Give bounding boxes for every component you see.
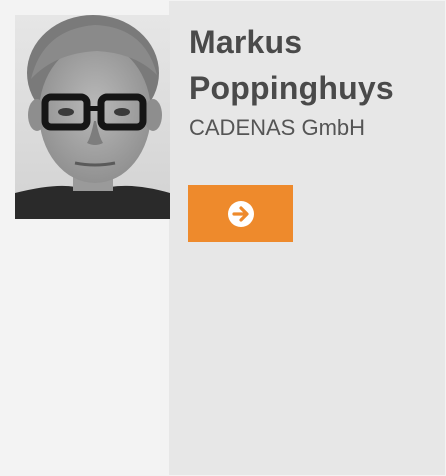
- person-portrait-photo: [15, 15, 170, 219]
- person-last-name: Poppinghuys: [189, 70, 394, 106]
- profile-card: Markus Poppinghuys CADENAS GmbH: [0, 0, 446, 476]
- profile-info: Markus Poppinghuys CADENAS GmbH: [189, 19, 439, 143]
- profile-photo: [15, 15, 170, 219]
- profile-link-button[interactable]: [188, 185, 293, 242]
- company-name: CADENAS GmbH: [189, 115, 366, 140]
- person-first-name: Markus: [189, 24, 303, 60]
- arrow-right-circle-icon: [227, 200, 254, 227]
- photo-column: [1, 1, 170, 476]
